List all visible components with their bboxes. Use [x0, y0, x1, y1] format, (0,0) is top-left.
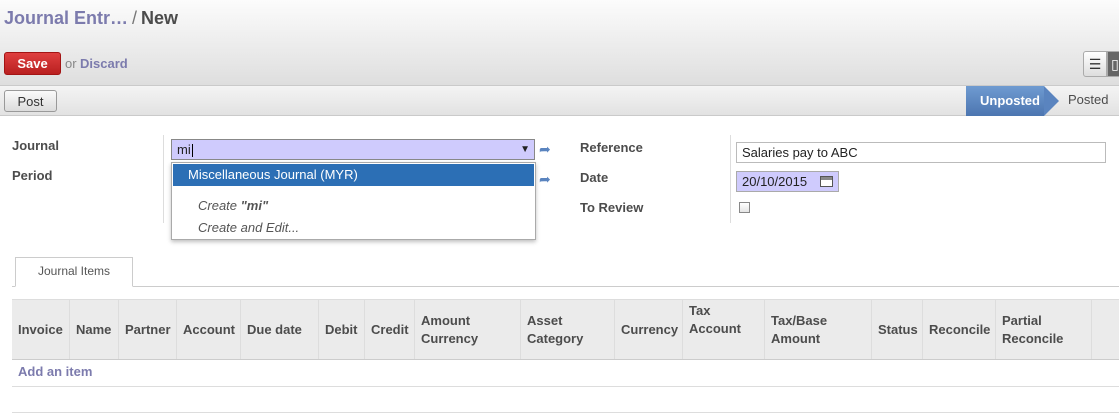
breadcrumb: Journal Entr… / New [4, 8, 178, 29]
column-header[interactable]: Status [872, 300, 923, 359]
table-bottom-line [12, 412, 1119, 413]
reference-input[interactable]: Salaries pay to ABC [736, 142, 1106, 163]
external-link-icon[interactable]: ➦ [539, 142, 555, 156]
journal-label: Journal [12, 138, 59, 153]
stage-unposted[interactable]: Unposted [966, 86, 1044, 116]
tab-baseline [12, 286, 1119, 287]
to-review-label: To Review [580, 200, 644, 215]
or-text: or [65, 56, 77, 71]
column-header[interactable]: Reconcile [923, 300, 996, 359]
column-header[interactable]: Name [70, 300, 119, 359]
column-header[interactable]: Debit [319, 300, 365, 359]
period-label: Period [12, 168, 53, 183]
list-icon[interactable]: ☰ [1083, 51, 1107, 77]
dropdown-option-misc-journal[interactable]: Miscellaneous Journal (MYR) [173, 164, 534, 186]
journal-autocomplete-dropdown: Miscellaneous Journal (MYR) Create "mi" … [171, 162, 536, 240]
column-header[interactable]: Tax Account [683, 300, 765, 359]
column-header[interactable]: Tax/Base Amount [765, 300, 872, 359]
right-label-divider [730, 135, 731, 223]
date-label: Date [580, 170, 609, 185]
control-panel: Journal Entr… / New Save or Discard ☰ ▯ [0, 0, 1119, 86]
stage-arrow-icon [1044, 86, 1059, 116]
create-prefix: Create [198, 198, 241, 213]
column-header[interactable]: Partner [119, 300, 177, 359]
dropdown-create-edit-option[interactable]: Create and Edit... [198, 220, 299, 235]
table-footer-line [12, 386, 1119, 387]
add-item-link[interactable]: Add an item [18, 364, 92, 379]
label-divider [163, 135, 164, 223]
column-header[interactable]: Due date [241, 300, 319, 359]
column-header[interactable]: Partial Reconcile [996, 300, 1092, 359]
tab-journal-items[interactable]: Journal Items [15, 257, 133, 287]
reference-label: Reference [580, 140, 643, 155]
journal-input[interactable]: mi ▼ [171, 139, 535, 160]
text-cursor [191, 144, 193, 158]
post-button[interactable]: Post [4, 90, 57, 112]
form-icon[interactable]: ▯ [1107, 51, 1119, 77]
status-bar: Post Unposted Posted [0, 86, 1119, 116]
table-header: Invoice Name Partner Account Due date De… [12, 299, 1119, 360]
dropdown-arrow-icon[interactable]: ▼ [520, 140, 530, 159]
save-button[interactable]: Save [4, 52, 61, 75]
breadcrumb-parent-link[interactable]: Journal Entr… [4, 8, 128, 28]
calendar-icon[interactable] [820, 176, 833, 187]
column-header[interactable]: Currency [615, 300, 683, 359]
column-header[interactable]: Asset Category [521, 300, 615, 359]
to-review-checkbox[interactable] [739, 202, 750, 213]
period-external-link-icon[interactable]: ➦ [539, 172, 555, 186]
view-switcher: ☰ ▯ [1083, 51, 1119, 77]
column-header[interactable]: Invoice [12, 300, 70, 359]
stage-posted[interactable]: Posted [1068, 86, 1108, 116]
dropdown-create-option[interactable]: Create "mi" [198, 198, 268, 213]
create-term: "mi" [240, 198, 269, 213]
column-header[interactable]: Credit [365, 300, 415, 359]
column-header[interactable]: Account [177, 300, 241, 359]
date-input[interactable]: 20/10/2015 [736, 171, 839, 192]
breadcrumb-separator: / [132, 8, 138, 28]
discard-link[interactable]: Discard [80, 56, 128, 71]
date-value: 20/10/2015 [742, 174, 808, 189]
breadcrumb-current: New [141, 8, 179, 28]
journal-input-value: mi [177, 142, 191, 157]
column-header[interactable]: Amount Currency [415, 300, 521, 359]
